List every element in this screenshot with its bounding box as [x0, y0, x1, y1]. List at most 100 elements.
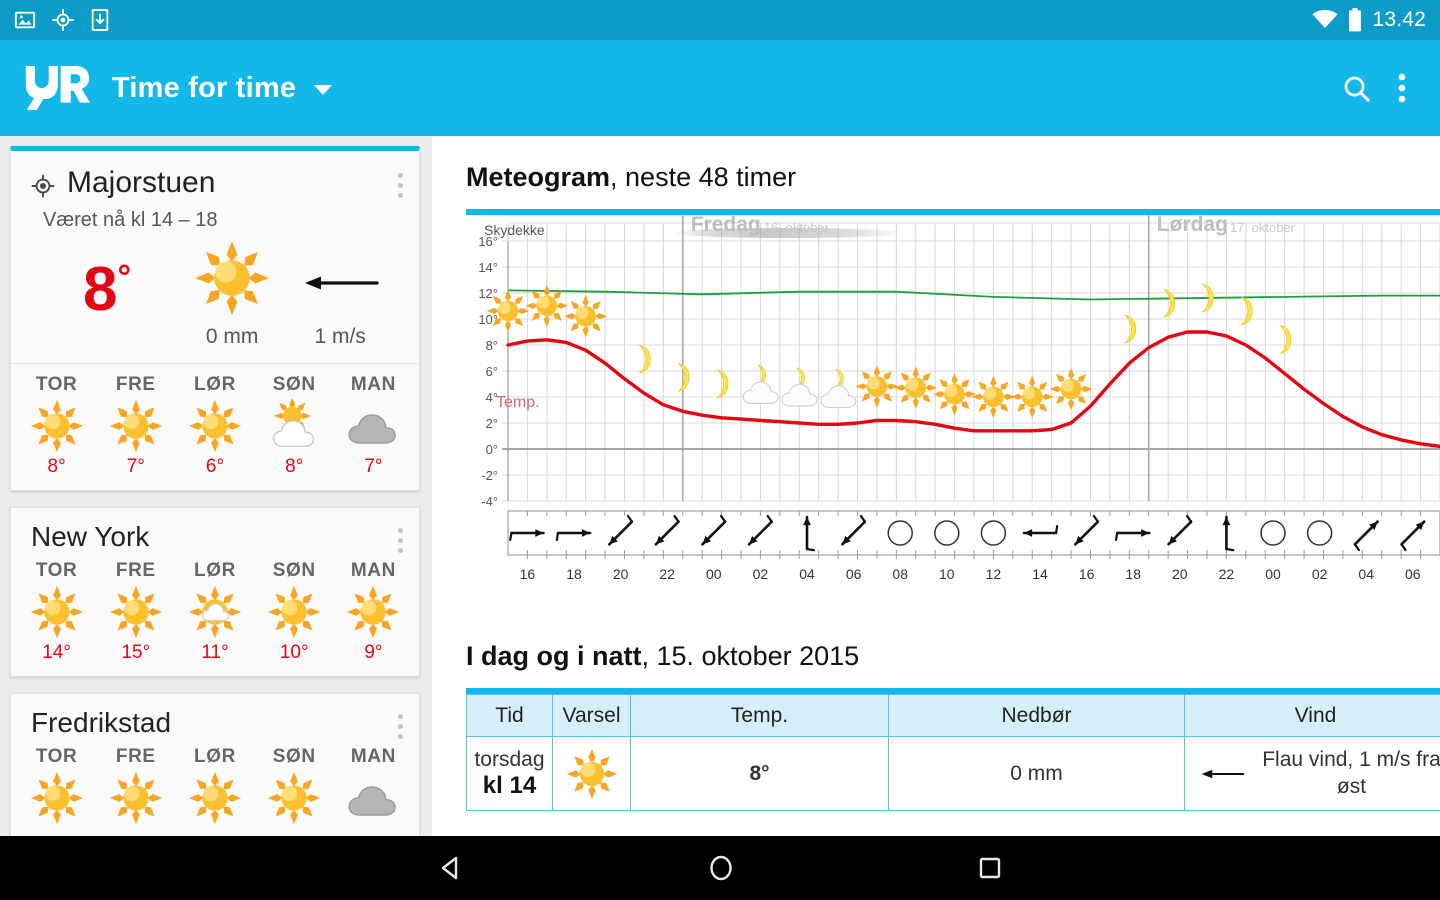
day-label: SØN	[272, 374, 316, 395]
today-title-rest: , 15. oktober 2015	[641, 641, 860, 671]
day-temp: 6°	[205, 456, 225, 477]
day-label: FRE	[115, 560, 156, 581]
forecast-day[interactable]: LØR	[175, 746, 254, 828]
forecast-day[interactable]: MAN 7°	[334, 374, 413, 478]
day-temp: 9°	[364, 642, 383, 663]
cell-time: torsdag kl 14	[466, 736, 553, 811]
cell-wind: Flau vind, 1 m/s fra øst	[1184, 736, 1440, 811]
temp-series-label: Temp.	[496, 394, 540, 411]
forecast-day[interactable]: LØR 6°	[175, 374, 254, 478]
back-triangle-icon[interactable]	[435, 852, 467, 884]
card-overflow-menu[interactable]	[398, 528, 403, 558]
svg-text:22: 22	[1219, 566, 1235, 582]
current-wind: 1 m/s	[285, 245, 395, 349]
day-label: TOR	[35, 560, 78, 581]
meteogram-plot[interactable]: 16°14°12°10°8°6°4°2°0°-2°-4° 16 18 20 22 00 0…	[466, 215, 1440, 595]
location-icon	[52, 9, 74, 31]
status-bar-clock: 13.42	[1372, 8, 1426, 31]
svg-text:02: 02	[753, 566, 769, 582]
svg-text:06: 06	[1405, 566, 1421, 582]
wifi-icon	[1312, 10, 1338, 28]
card-place-name: New York	[31, 521, 150, 552]
svg-text:08: 08	[892, 566, 908, 582]
row-hour: kl 14	[482, 771, 537, 799]
download-icon	[91, 9, 109, 31]
sun-icon	[96, 584, 175, 640]
forecast-day[interactable]: MAN 9°	[334, 560, 413, 664]
forecast-day[interactable]: SØN	[255, 746, 334, 828]
content-area: Majorstuen Været nå kl 14 – 18 8° 0 mm 1…	[0, 136, 1440, 836]
recents-square-icon[interactable]	[975, 853, 1005, 883]
day-label: MAN	[350, 560, 396, 581]
wind-description: Flau vind, 1 m/s fra øst	[1262, 748, 1440, 798]
android-navigation-bar	[0, 836, 1440, 900]
day-temp: 15°	[121, 642, 151, 663]
day-label: LØR	[194, 374, 236, 395]
chevron-down-icon[interactable]	[314, 85, 333, 95]
cell-precipitation: 0 mm	[888, 736, 1185, 811]
svg-text:02: 02	[1312, 566, 1328, 582]
location-cards-sidebar[interactable]: Majorstuen Været nå kl 14 – 18 8° 0 mm 1…	[0, 136, 432, 836]
today-table-section: I dag og i natt, 15. oktober 2015 Tid Va…	[466, 641, 1440, 811]
sun-icon	[17, 584, 96, 640]
forecast-day[interactable]: FRE 15°	[96, 560, 175, 664]
card-overflow-menu[interactable]	[398, 714, 403, 744]
today-title-bold: I dag og i natt	[466, 641, 642, 671]
day-temp: 8°	[285, 456, 304, 477]
forecast-day[interactable]: TOR 8°	[17, 374, 96, 478]
svg-text:14: 14	[1032, 566, 1048, 582]
search-icon[interactable]	[1341, 73, 1372, 104]
sun-icon	[566, 748, 617, 799]
svg-text:Fredag: Fredag	[691, 215, 761, 236]
svg-text:16: 16	[1079, 566, 1095, 582]
forecast-day[interactable]: TOR	[17, 746, 96, 828]
day-label: LØR	[194, 746, 236, 767]
svg-text:6°: 6°	[486, 364, 498, 379]
svg-text:17. oktober: 17. oktober	[1230, 220, 1296, 235]
forecast-day[interactable]: FRE	[96, 746, 175, 828]
table-header-row: Tid Varsel Temp. Nedbør Vind	[466, 694, 1440, 737]
wind-arrow-west-icon	[1201, 769, 1245, 778]
sun-icon	[96, 398, 175, 454]
meteogram-title: Meteogram, neste 48 timer	[466, 162, 1440, 193]
svg-text:10: 10	[939, 566, 955, 582]
day-label: SØN	[272, 560, 316, 581]
location-card-majorstuen[interactable]: Majorstuen Været nå kl 14 – 18 8° 0 mm 1…	[10, 146, 420, 491]
svg-text:04: 04	[799, 566, 815, 582]
svg-text:Lørdag: Lørdag	[1157, 215, 1228, 236]
home-circle-icon[interactable]	[705, 852, 737, 884]
overflow-menu-icon[interactable]	[1398, 72, 1406, 104]
forecast-day[interactable]: MAN	[334, 746, 413, 828]
forecast-day[interactable]: LØR 11°	[175, 560, 254, 664]
day-label: FRE	[115, 374, 156, 395]
cloud-cover-label: Skydekke	[484, 222, 545, 238]
forecast-day[interactable]: SØN 8°	[255, 374, 334, 478]
meteogram-title-bold: Meteogram	[466, 162, 611, 192]
day-label: SØN	[272, 746, 316, 767]
five-day-forecast-new-york: TOR 14° FRE 15° LØR 11° SØN 10° MAN 9°	[11, 558, 419, 676]
location-card-fredrikstad[interactable]: Fredrikstad TOR FRE LØR SØN MAN	[10, 693, 420, 836]
five-day-forecast-majorstuen: TOR 8° FRE 7° LØR 6° SØN 8° MAN 7°	[11, 363, 419, 490]
meteogram-chart[interactable]: 16° 14° 12° 10° 8° 6° 4° 2° 0° -2° -4° 16 18 20 22 00 0…	[466, 209, 1440, 595]
svg-text:-4°: -4°	[481, 494, 498, 509]
table-row[interactable]: torsdag kl 14 8° 0 mm Flau vind, 1 m/s f…	[466, 736, 1440, 811]
forecast-day[interactable]: SØN 10°	[255, 560, 334, 664]
partly-cloudy-icon	[255, 398, 334, 454]
cell-temperature: 8°	[630, 736, 889, 811]
forecast-day[interactable]: FRE 7°	[96, 374, 175, 478]
day-label: TOR	[35, 746, 78, 767]
location-card-new-york[interactable]: New York TOR 14° FRE 15° LØR 11° SØN 10°…	[10, 507, 420, 677]
sun-icon	[255, 584, 334, 640]
precipitation-value: 0 mm	[205, 325, 259, 348]
day-temp: 14°	[42, 642, 71, 663]
sun-icon	[175, 770, 254, 826]
yr-logo	[25, 66, 90, 110]
svg-text:04: 04	[1358, 566, 1374, 582]
card-overflow-menu[interactable]	[398, 173, 403, 203]
cloudy-icon	[334, 770, 413, 826]
sun-icon	[17, 770, 96, 826]
sun-icon	[175, 398, 254, 454]
sun-small-cloud-icon	[175, 584, 254, 640]
svg-text:22: 22	[659, 566, 675, 582]
forecast-day[interactable]: TOR 14°	[17, 560, 96, 664]
